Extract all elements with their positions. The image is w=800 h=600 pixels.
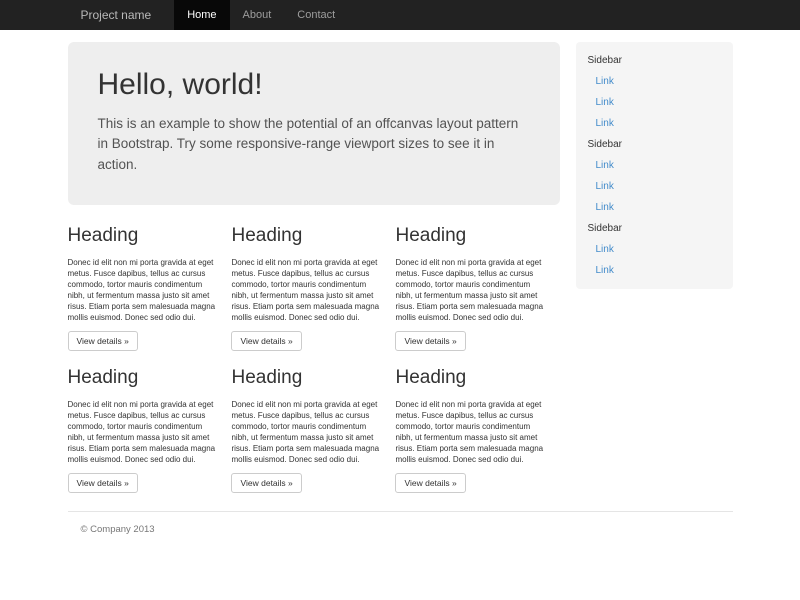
card-body: Donec id elit non mi porta gravida at eg… [231,257,381,323]
navbar: Project name Home About Contact [0,0,800,30]
view-details-button[interactable]: View details » [395,473,465,493]
sidebar-heading: Sidebar [576,218,733,239]
sidebar-link[interactable]: Link [576,71,733,92]
card-heading: Heading [231,225,381,247]
card-heading: Heading [395,367,545,389]
feature-card: Heading Donec id elit non mi porta gravi… [231,209,395,351]
navbar-container: Project name Home About Contact [68,0,733,30]
sidebar-heading: Sidebar [576,134,733,155]
sidebar-heading: Sidebar [576,50,733,71]
view-details-button[interactable]: View details » [231,473,301,493]
cards-row-1: Heading Donec id elit non mi porta gravi… [68,209,560,351]
footer: © Company 2013 [68,511,733,565]
feature-card: Heading Donec id elit non mi porta gravi… [395,209,559,351]
card-heading: Heading [395,225,545,247]
card-heading: Heading [231,367,381,389]
sidebar-link[interactable]: Link [576,113,733,134]
view-details-button[interactable]: View details » [68,473,138,493]
nav-item-home[interactable]: Home [174,0,229,30]
nav-item-contact[interactable]: Contact [284,0,348,30]
card-body: Donec id elit non mi porta gravida at eg… [395,399,545,465]
view-details-button[interactable]: View details » [395,331,465,351]
navbar-brand[interactable]: Project name [68,0,165,30]
page-content: Hello, world! This is an example to show… [68,30,733,493]
jumbotron: Hello, world! This is an example to show… [68,42,560,205]
sidebar-link[interactable]: Link [576,155,733,176]
card-body: Donec id elit non mi porta gravida at eg… [68,257,218,323]
sidebar-link[interactable]: Link [576,197,733,218]
footer-divider [68,511,733,512]
view-details-button[interactable]: View details » [68,331,138,351]
sidebar-link[interactable]: Link [576,239,733,260]
card-heading: Heading [68,225,218,247]
sidebar-group-1: Sidebar Link Link Link [576,50,733,134]
cards-row-2: Heading Donec id elit non mi porta gravi… [68,351,560,493]
view-details-button[interactable]: View details » [231,331,301,351]
card-body: Donec id elit non mi porta gravida at eg… [68,399,218,465]
feature-card: Heading Donec id elit non mi porta gravi… [395,351,559,493]
feature-card: Heading Donec id elit non mi porta gravi… [68,351,232,493]
navbar-menu: Home About Contact [174,0,348,30]
sidebar-group-2: Sidebar Link Link Link [576,134,733,218]
nav-item-about[interactable]: About [230,0,285,30]
jumbotron-text: This is an example to show the potential… [98,114,528,175]
sidebar-link[interactable]: Link [576,260,733,281]
card-body: Donec id elit non mi porta gravida at eg… [395,257,545,323]
page-title: Hello, world! [98,68,530,102]
card-heading: Heading [68,367,218,389]
main-column: Hello, world! This is an example to show… [68,42,560,493]
copyright-text: © Company 2013 [68,524,733,535]
card-body: Donec id elit non mi porta gravida at eg… [231,399,381,465]
sidebar-link[interactable]: Link [576,92,733,113]
sidebar: Sidebar Link Link Link Sidebar Link Link… [576,42,733,289]
sidebar-link[interactable]: Link [576,176,733,197]
feature-card: Heading Donec id elit non mi porta gravi… [68,209,232,351]
sidebar-group-3: Sidebar Link Link [576,218,733,281]
feature-card: Heading Donec id elit non mi porta gravi… [231,351,395,493]
